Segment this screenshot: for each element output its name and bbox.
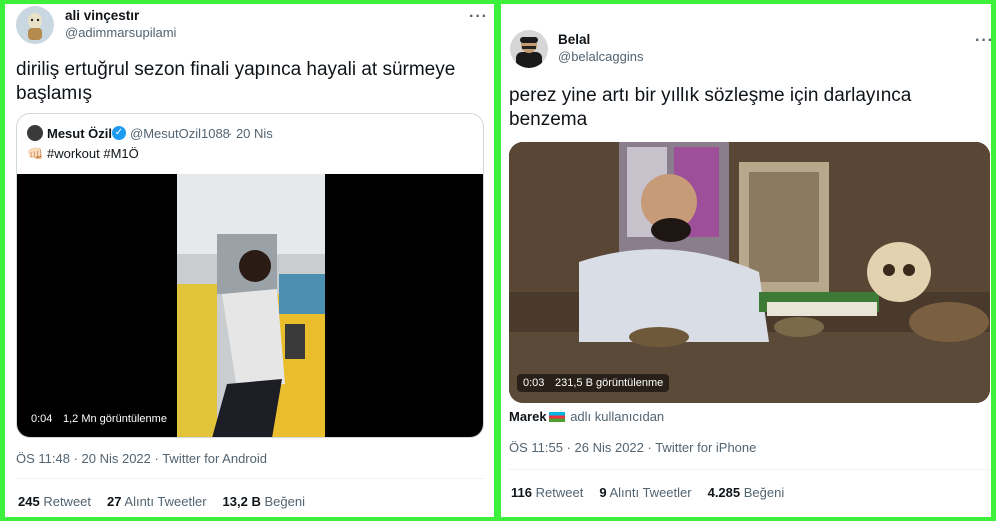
quote-count[interactable]: 27 Alıntı Tweetler: [107, 494, 207, 509]
right-tweet-panel: Belal @belalcaggins ··· perez yine artı …: [501, 4, 991, 517]
divider: [16, 478, 484, 479]
avatar[interactable]: [510, 30, 548, 68]
azerbaijan-flag-icon: [548, 412, 565, 422]
engagement-stats: 116 Retweet 9 Alıntı Tweetler 4.285 Beğe…: [511, 485, 784, 500]
like-count[interactable]: 4.285 Beğeni: [708, 485, 785, 500]
quoted-avatar: [27, 125, 43, 141]
video-views: 231,5 B görüntülenme: [555, 377, 664, 389]
retweet-count[interactable]: 116 Retweet: [511, 485, 583, 500]
quoted-tweet[interactable]: Mesut Özil ✓ @MesutOzil1088 · 20 Nis 👊🏻 …: [16, 113, 484, 438]
user-handle[interactable]: @adimmarsupilami: [65, 25, 176, 40]
quoted-user-name: Mesut Özil: [47, 126, 113, 141]
engagement-stats: 245 Retweet 27 Alıntı Tweetler 13,2 B Be…: [18, 494, 305, 509]
video-player[interactable]: 0:03 231,5 B görüntülenme: [509, 142, 990, 403]
video-views: 1,2 Mn görüntülenme: [63, 413, 167, 425]
user-handle[interactable]: @belalcaggins: [558, 49, 643, 64]
user-name[interactable]: Belal: [558, 32, 590, 47]
video-frame: [177, 174, 325, 437]
video-player[interactable]: 0:04 1,2 Mn görüntülenme: [17, 174, 483, 437]
quote-count[interactable]: 9 Alıntı Tweetler: [599, 485, 691, 500]
fist-emoji-icon: 👊🏻: [27, 146, 44, 161]
more-options-icon[interactable]: ···: [975, 33, 991, 49]
tweet-timestamp[interactable]: ÖS 11:55 · 26 Nis 2022 · Twitter for iPh…: [509, 440, 756, 455]
retweet-count[interactable]: 245 Retweet: [18, 494, 91, 509]
more-options-icon[interactable]: ···: [469, 9, 488, 25]
video-duration: 0:04: [31, 413, 53, 425]
tweet-text: diriliş ertuğrul sezon finali yapınca ha…: [16, 59, 456, 104]
like-count[interactable]: 13,2 B Beğeni: [223, 494, 305, 509]
quoted-user-handle: @MesutOzil1088: [130, 126, 230, 141]
tweet-timestamp[interactable]: ÖS 11:48 · 20 Nis 2022 · Twitter for And…: [16, 451, 267, 466]
left-tweet-panel: ali vinçestır @adimmarsupilami ··· diril…: [5, 4, 494, 517]
verified-badge-icon: ✓: [112, 126, 126, 140]
tweet-text: perez yine artı bir yıllık sözleşme için…: [509, 85, 912, 130]
user-name[interactable]: ali vinçestır: [65, 8, 139, 23]
quoted-text: #workout #M1Ö: [47, 146, 139, 161]
video-attribution[interactable]: Marek adlı kullanıcıdan: [509, 409, 664, 424]
divider: [509, 469, 990, 470]
video-frame: [509, 142, 990, 403]
video-duration: 0:03: [523, 377, 545, 389]
quoted-date: · 20 Nis: [228, 126, 273, 141]
avatar[interactable]: [16, 6, 54, 44]
